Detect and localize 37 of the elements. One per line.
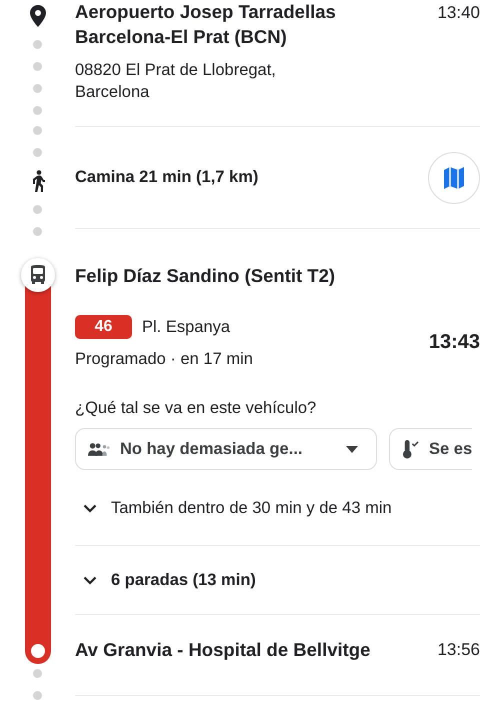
map-button[interactable] [428, 152, 480, 204]
stop-ring-icon [30, 644, 44, 658]
rail-dot [33, 40, 42, 49]
expand-row[interactable]: 6 paradas (13 min) [75, 546, 480, 615]
departure-status: Programado · en 17 min [75, 349, 253, 370]
thermometer-icon [402, 440, 419, 458]
stop-name: Aeropuerto Josep Tarradellas Barcelona-El Prat (BCN) [75, 0, 337, 49]
stop-name: Av Granvia - Hospital de Bellvitge [75, 638, 370, 662]
arrival-time: 13:40 [437, 2, 480, 24]
dropdown-arrow-icon [346, 446, 358, 452]
expand-row[interactable]: También dentro de 30 min y de 43 min [75, 470, 480, 546]
chevron-icon [83, 576, 97, 584]
map-icon [444, 166, 464, 188]
feedback-chip[interactable]: Se es [389, 428, 472, 470]
rail-dot [33, 691, 42, 700]
bus-icon [20, 258, 54, 292]
route-badge: 46 [75, 315, 132, 339]
rail-dot [33, 84, 42, 93]
rail-dot [33, 148, 42, 157]
location-pin-icon [30, 5, 46, 27]
chevron-icon [83, 504, 97, 512]
rail-dot [33, 106, 42, 115]
rail-dot [33, 669, 42, 678]
rail-dot [33, 205, 42, 214]
rail-dot [33, 126, 42, 135]
departure-time: 13:43 [428, 331, 480, 354]
stop-name: Felip Díaz Sandino (Sentit T2) [75, 264, 336, 288]
walking-person-icon [30, 170, 44, 192]
feedback-question: ¿Qué tal se va en este vehículo? [75, 398, 318, 419]
feedback-chip[interactable]: No hay demasiada ge... [75, 428, 377, 470]
stop-address: 08820 El Prat de Llobregat, Barcelona [75, 60, 277, 103]
headsign: Pl. Espanya [142, 318, 230, 336]
people-icon [88, 442, 110, 456]
rail-dot [33, 227, 42, 236]
rail-dot [33, 62, 42, 71]
walk-instruction: Camina 21 min (1,7 km) [75, 168, 258, 187]
arrival-time: 13:56 [437, 639, 480, 661]
